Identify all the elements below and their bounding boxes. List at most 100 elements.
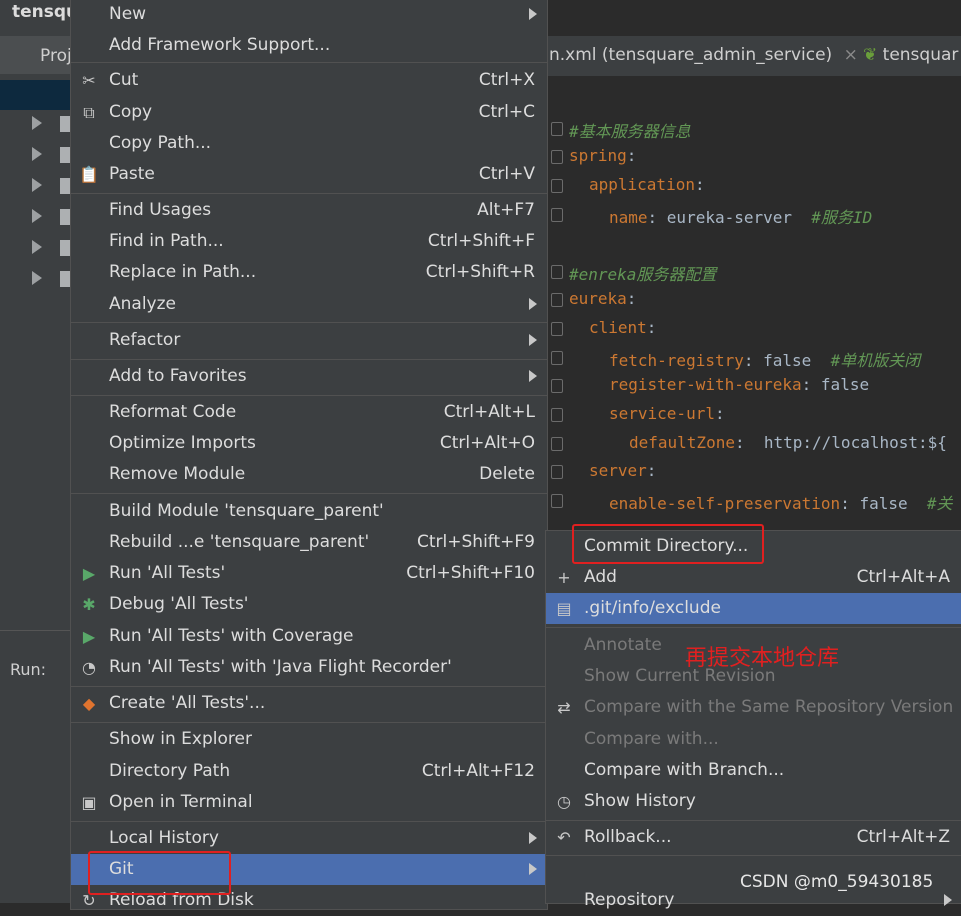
code-line: #enreka服务器配置 (569, 265, 717, 284)
fold-marker-icon[interactable] (551, 465, 563, 479)
expand-arrow-icon[interactable] (32, 209, 42, 223)
menu-item-copy-path[interactable]: Copy Path... (71, 128, 547, 159)
menu-item-label: Debug 'All Tests' (109, 594, 249, 614)
git-highlight-box (88, 851, 231, 895)
menu-item-local-history[interactable]: Local History (71, 823, 547, 854)
menu-item-show-in-explorer[interactable]: Show in Explorer (71, 724, 547, 755)
shortcut-label: Ctrl+Shift+F (427, 231, 535, 251)
menu-separator (546, 820, 961, 821)
code-line: server: (589, 461, 667, 480)
menu-item-run-all-tests[interactable]: ▶ Run 'All Tests' Ctrl+Shift+F10 (71, 558, 547, 589)
menu-item-label: Compare with... (584, 729, 719, 749)
menu-separator (71, 322, 547, 323)
menu-item-reformat-code[interactable]: Reformat Code Ctrl+Alt+L (71, 397, 547, 428)
menu-item-rollback[interactable]: ↶ Rollback... Ctrl+Alt+Z (546, 822, 961, 853)
run-label: Run: (10, 660, 47, 679)
menu-item-label: Directory Path (109, 761, 231, 781)
menu-separator (546, 855, 961, 856)
expand-arrow-icon[interactable] (32, 147, 42, 161)
menu-separator (71, 193, 547, 194)
menu-item-run-all-tests-with-coverage[interactable]: ▶ Run 'All Tests' with Coverage (71, 621, 547, 652)
menu-item-replace-in-path[interactable]: Replace in Path... Ctrl+Shift+R (71, 257, 547, 288)
menu-item-show-history[interactable]: ◷ Show History (546, 786, 961, 817)
expand-arrow-icon[interactable] (32, 240, 42, 254)
fold-marker-icon[interactable] (551, 179, 563, 193)
fold-marker-icon[interactable] (551, 351, 563, 365)
annotation-text: 再提交本地仓库 (685, 646, 840, 671)
menu-item-label: Local History (109, 828, 219, 848)
menu-item-cut[interactable]: ✂ Cut Ctrl+X (71, 65, 547, 96)
menu-item-label: Run 'All Tests' (109, 563, 226, 583)
plus-icon: + (557, 568, 571, 587)
shortcut-label: Ctrl+Alt+O (439, 433, 535, 453)
expand-arrow-icon[interactable] (32, 178, 42, 192)
spring-icon: ❦ (863, 45, 878, 65)
menu-item-run-all-tests-with-java-flight-recorder[interactable]: ◔ Run 'All Tests' with 'Java Flight Recor… (71, 652, 547, 683)
menu-item-new[interactable]: New (71, 0, 547, 30)
copy-icon: ⧉ (83, 103, 95, 122)
menu-item-label: Remove Module (109, 464, 246, 484)
menu-item-debug-all-tests[interactable]: ✱ Debug 'All Tests' (71, 589, 547, 620)
expand-arrow-icon[interactable] (32, 271, 42, 285)
menu-item-paste[interactable]: 📋 Paste Ctrl+V (71, 159, 547, 190)
profiler-icon: ◔ (82, 658, 96, 677)
menu-item-add-framework-support[interactable]: Add Framework Support... (71, 30, 547, 61)
menu-item-optimize-imports[interactable]: Optimize Imports Ctrl+Alt+O (71, 428, 547, 459)
fold-marker-icon[interactable] (551, 408, 563, 422)
menu-item-build-module-tensquare-parent[interactable]: Build Module 'tensquare_parent' (71, 496, 547, 527)
menu-item-find-usages[interactable]: Find Usages Alt+F7 (71, 195, 547, 226)
menu-item-label: Run 'All Tests' with 'Java Flight Record… (109, 657, 452, 677)
menu-item-create-all-tests[interactable]: ◆ Create 'All Tests'... (71, 688, 547, 719)
close-icon[interactable]: × (844, 45, 858, 65)
fold-marker-icon[interactable] (551, 150, 563, 164)
fold-marker-icon[interactable] (551, 379, 563, 393)
editor-tab-second[interactable]: ❦ tensquar (863, 45, 958, 65)
file-icon: ▤ (556, 599, 572, 618)
menu-item-copy[interactable]: ⧉ Copy Ctrl+C (71, 97, 547, 128)
code-editor[interactable]: #基本服务器信息 spring: application: name: eurek… (545, 76, 961, 536)
fold-marker-icon[interactable] (551, 437, 563, 451)
menu-item-label: Repository (584, 890, 675, 910)
menu-item-label: Add to Favorites (109, 366, 247, 386)
fold-marker-icon[interactable] (551, 293, 563, 307)
project-root-row[interactable] (0, 80, 72, 110)
menu-item-directory-path[interactable]: Directory Path Ctrl+Alt+F12 (71, 756, 547, 787)
editor-tab-admin-service[interactable]: n.xml (tensquare_admin_service) × (549, 45, 858, 65)
terminal-icon: ▣ (81, 793, 97, 812)
menu-item-label: Analyze (109, 294, 176, 314)
submenu-arrow-icon (529, 863, 537, 875)
context-menu: New Add Framework Support... ✂ Cut Ctrl+X ⧉ Co… (70, 0, 548, 910)
menu-item-open-in-terminal[interactable]: ▣ Open in Terminal (71, 787, 547, 818)
project-title-bar: tensqu (0, 0, 78, 32)
submenu-arrow-icon (529, 370, 537, 382)
menu-separator (71, 722, 547, 723)
submenu-arrow-icon (529, 8, 537, 20)
coverage-icon: ▶ (82, 627, 96, 646)
menu-item-add[interactable]: + Add Ctrl+Alt+A (546, 562, 961, 593)
menu-item-label: Add Framework Support... (109, 35, 331, 55)
expand-arrow-icon[interactable] (32, 116, 42, 130)
fold-marker-icon[interactable] (551, 322, 563, 336)
code-line: register-with-eureka: false (609, 375, 870, 394)
menu-item-analyze[interactable]: Analyze (71, 289, 547, 320)
menu-separator (71, 821, 547, 822)
menu-item-rebuild-e-tensquare-parent[interactable]: Rebuild ...e 'tensquare_parent' Ctrl+Shif… (71, 527, 547, 558)
fold-marker-icon[interactable] (551, 122, 563, 136)
fold-marker-icon[interactable] (551, 265, 563, 279)
menu-item-git-info-exclude[interactable]: ▤ .git/info/exclude (546, 593, 961, 624)
run-icon: ▶ (82, 564, 96, 583)
menu-separator (71, 686, 547, 687)
menu-item-add-to-favorites[interactable]: Add to Favorites (71, 361, 547, 392)
project-tab-label: Proj (40, 46, 72, 66)
debug-icon: ✱ (82, 595, 96, 614)
fold-marker-icon[interactable] (551, 494, 563, 508)
menu-item-label: Rollback... (584, 827, 672, 847)
menu-item-refactor[interactable]: Refactor (71, 325, 547, 356)
fold-marker-icon[interactable] (551, 208, 563, 222)
menu-item-find-in-path[interactable]: Find in Path... Ctrl+Shift+F (71, 226, 547, 257)
menu-item-label: Copy (109, 102, 153, 122)
project-tab[interactable]: Proj (0, 36, 72, 74)
menu-item-remove-module[interactable]: Remove Module Delete (71, 459, 547, 490)
menu-item-compare-with-branch[interactable]: Compare with Branch... (546, 755, 961, 786)
menu-item-label: Add (584, 567, 617, 587)
